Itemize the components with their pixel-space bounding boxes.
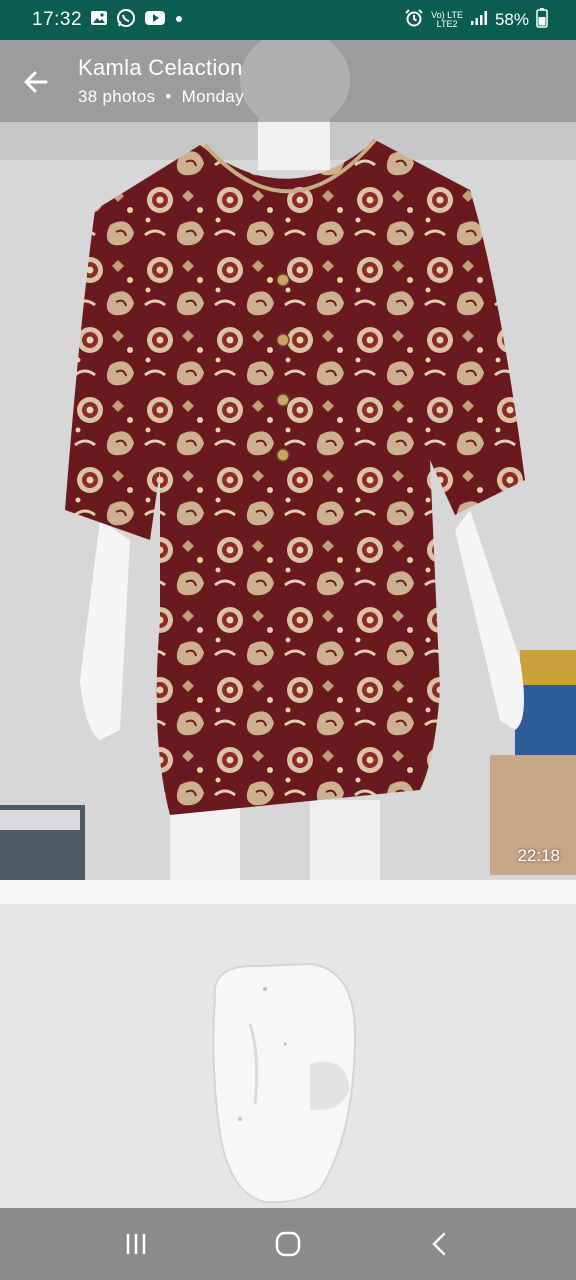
home-icon <box>275 1231 301 1257</box>
media-photo-2[interactable] <box>0 904 576 1208</box>
mannequin-head-photo <box>0 904 576 1208</box>
nav-back-button[interactable] <box>410 1214 470 1274</box>
dot-icon <box>174 11 184 29</box>
signal-icon <box>470 10 488 31</box>
status-time: 17:32 <box>32 9 83 30</box>
status-right: Vo) LTE LTE2 58% <box>404 7 548 33</box>
network-bottom-label: LTE2 <box>436 19 458 29</box>
status-bar: 17:32 Vo) LTE LTE2 58% <box>0 0 576 40</box>
home-button[interactable] <box>258 1214 318 1274</box>
recent-apps-button[interactable] <box>106 1214 166 1274</box>
subtitle-separator: • <box>165 87 172 106</box>
navigation-bar <box>0 1208 576 1280</box>
recent-apps-icon <box>126 1234 146 1254</box>
gallery-icon <box>90 10 108 31</box>
title-block[interactable]: Kamla Celaction 38 photos • Monday <box>78 55 244 107</box>
alarm-icon <box>404 8 424 33</box>
battery-icon <box>536 7 548 33</box>
day-label: Monday <box>181 87 244 106</box>
chat-title: Kamla Celaction <box>78 55 243 80</box>
arrow-left-icon <box>24 71 48 93</box>
network-indicator: Vo) LTE LTE2 <box>431 11 463 29</box>
chevron-left-icon <box>432 1232 446 1256</box>
whatsapp-icon <box>116 8 136 33</box>
youtube-icon <box>144 10 166 31</box>
kurti-photo <box>0 40 576 880</box>
media-timestamp: 22:18 <box>517 846 560 865</box>
media-divider <box>0 880 576 904</box>
photo-count: 38 photos <box>78 87 156 106</box>
chat-subtitle: 38 photos • Monday <box>78 87 244 107</box>
chat-header: Kamla Celaction 38 photos • Monday <box>0 40 576 122</box>
battery-percent: 58% <box>494 10 529 29</box>
status-left: 17:32 <box>32 8 184 33</box>
media-photo-1[interactable] <box>0 40 576 880</box>
back-button[interactable] <box>16 62 56 102</box>
